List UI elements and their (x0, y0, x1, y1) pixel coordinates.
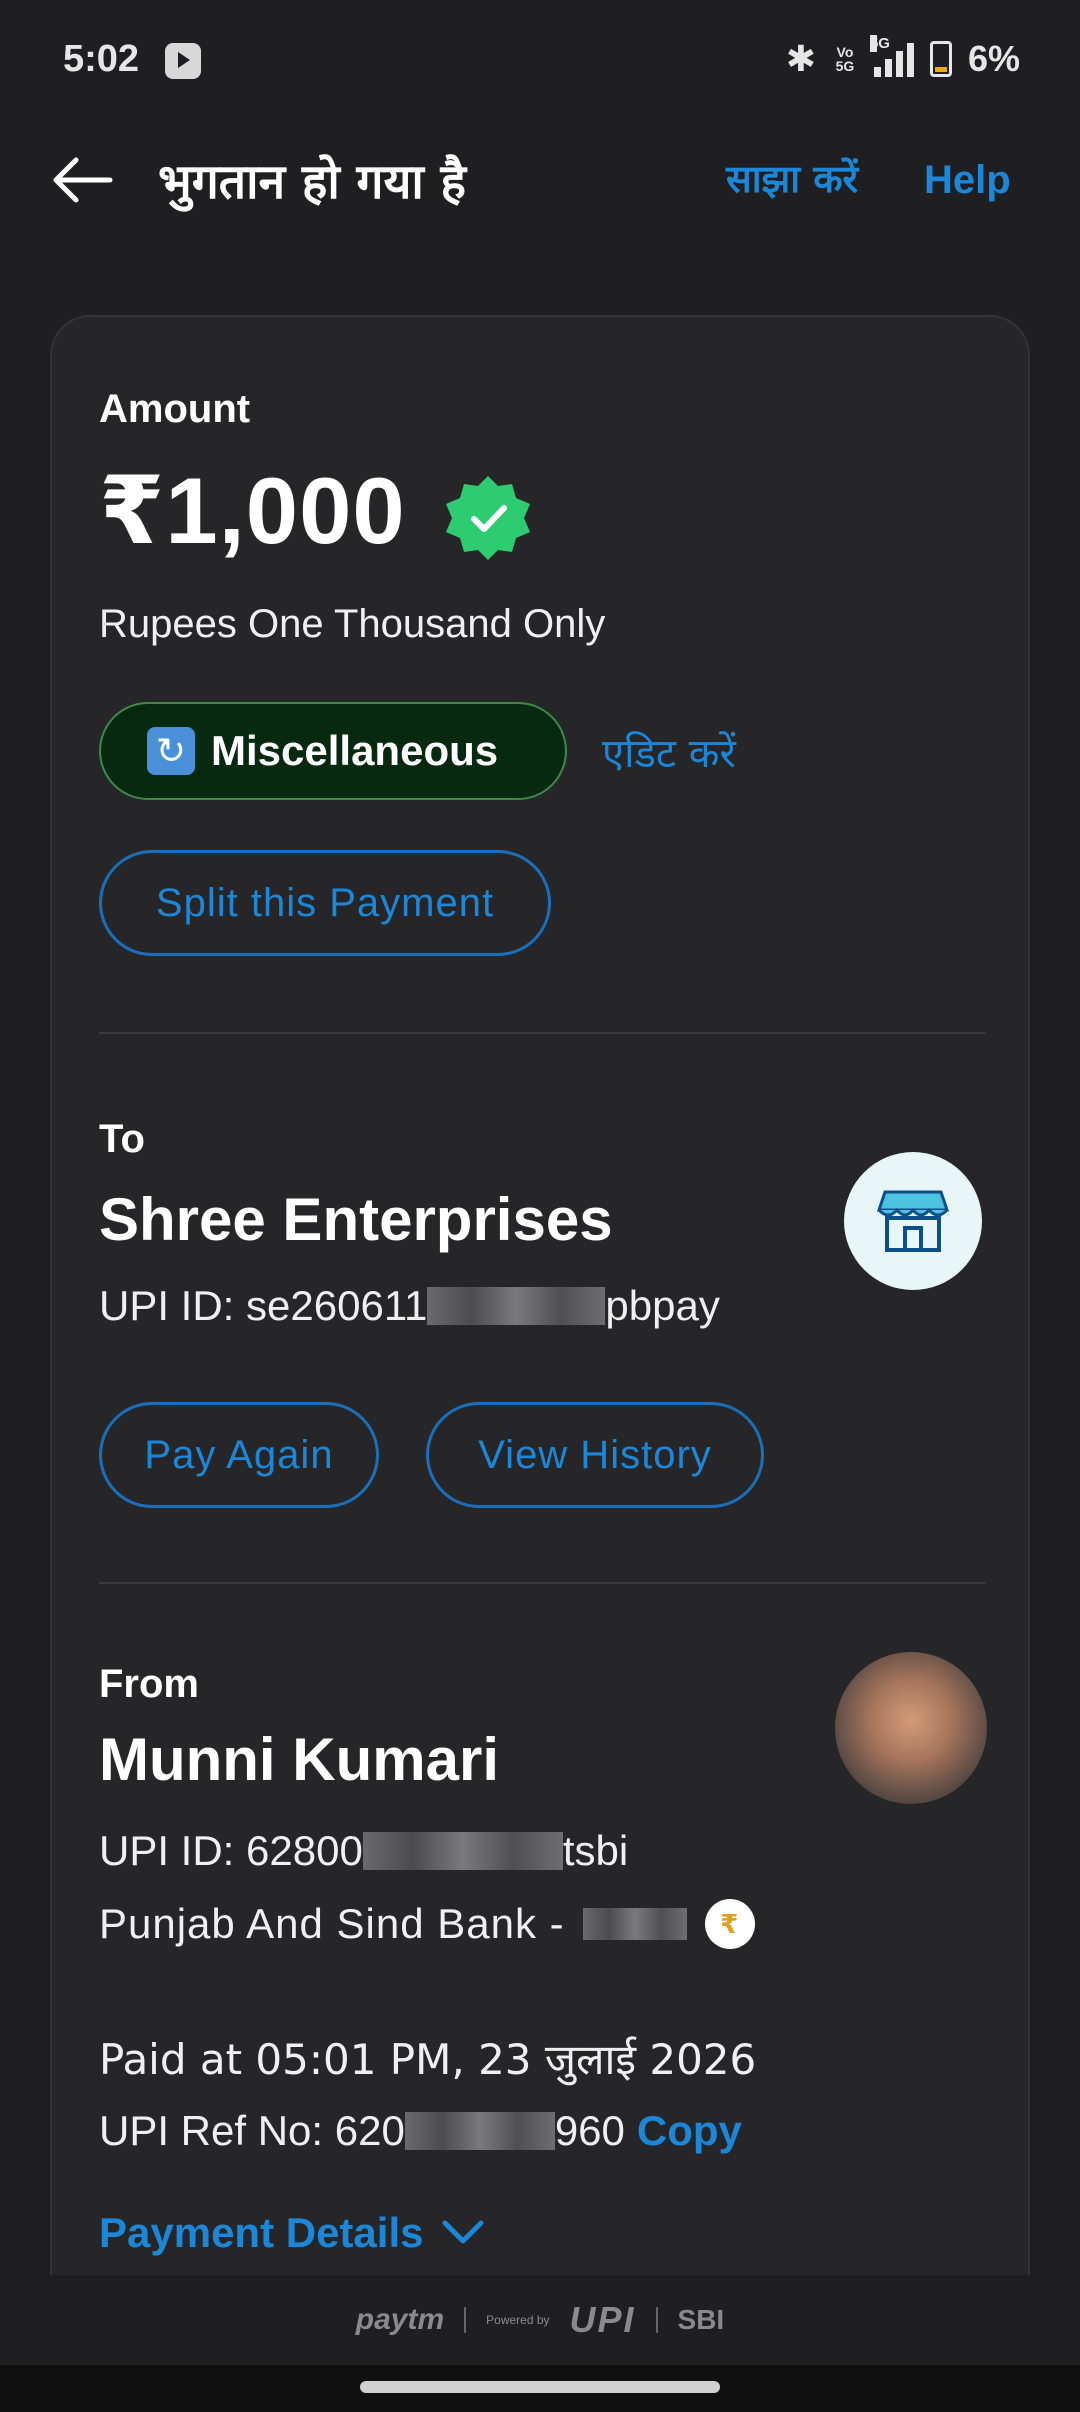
redacted-text (582, 1908, 687, 1940)
header: भुगतान हो गया है साझा करें Help (0, 140, 1080, 220)
upi-logo: UPI (569, 2299, 636, 2340)
amount-value: ₹1,000 (99, 458, 406, 563)
chevron-down-icon (442, 2220, 484, 2244)
status-bar: 5:02 ✱ Vo 5G 5G 6% (0, 0, 1080, 125)
amount-in-words: Rupees One Thousand Only (99, 602, 606, 646)
amount-label: Amount (99, 387, 251, 431)
battery-icon (929, 41, 952, 77)
divider (99, 1582, 985, 1584)
powered-by-label: Powered by (486, 2312, 550, 2327)
category-swap-icon: ↻ (147, 727, 195, 775)
battery-percent: 6% (967, 38, 1020, 79)
copy-button[interactable]: Copy (637, 2107, 742, 2155)
upi-ref-prefix: UPI Ref No: 620 (99, 2107, 405, 2154)
sbi-logo: SBI (677, 2304, 725, 2335)
back-arrow-icon[interactable] (50, 152, 116, 208)
home-indicator[interactable] (360, 2381, 720, 2393)
upi-ref-suffix: 960 (554, 2107, 625, 2154)
share-button[interactable]: साझा करें (726, 152, 858, 204)
divider (99, 1032, 985, 1034)
media-app-icon (165, 43, 201, 79)
view-history-button[interactable]: View History (426, 1402, 764, 1508)
network-type-label: 5G (869, 35, 890, 52)
split-payment-button[interactable]: Split this Payment (99, 850, 551, 956)
bluetooth-icon: ✱ (785, 38, 816, 79)
bank-icon: ₹ (704, 1899, 755, 1949)
store-icon (844, 1152, 982, 1290)
upi-ref-row: UPI Ref No: 620 960 Copy (99, 2107, 742, 2155)
payee-name: Shree Enterprises (99, 1186, 613, 1253)
payment-details-toggle[interactable]: Payment Details (99, 2209, 485, 2257)
status-icons: ✱ Vo 5G 5G 6% (785, 35, 1020, 80)
volte-icon: Vo 5G (835, 44, 855, 74)
payee-upi-id: UPI ID: se260611 pbpay (99, 1282, 720, 1330)
help-button[interactable]: Help (924, 158, 1011, 203)
payer-upi-prefix: UPI ID: 62800 (99, 1827, 363, 1874)
separator (464, 2307, 467, 2333)
page-title: भुगतान हो गया है (158, 154, 467, 210)
redacted-text (362, 1832, 563, 1870)
edit-category-link[interactable]: एडिट करें (602, 724, 736, 779)
to-label: To (99, 1117, 145, 1161)
payee-upi-prefix: UPI ID: se260611 (99, 1282, 428, 1329)
from-label: From (99, 1662, 199, 1706)
navigation-bar (0, 2365, 1080, 2412)
footer-branding: paytm Powered by UPI SBI (0, 2275, 1080, 2365)
avatar (835, 1652, 987, 1804)
paytm-logo: paytm (355, 2303, 445, 2336)
separator (655, 2307, 658, 2333)
category-chip[interactable]: ↻ Miscellaneous (99, 702, 567, 800)
payment-receipt-card: Amount ₹1,000 Rupees One Thousand Only ↻… (50, 315, 1030, 2275)
payee-upi-suffix: pbpay (605, 1282, 720, 1329)
redacted-text (427, 1287, 606, 1325)
pay-again-button[interactable]: Pay Again (99, 1402, 379, 1508)
bank-name: Punjab And Sind Bank - (99, 1900, 565, 1947)
payment-details-label: Payment Details (99, 2209, 424, 2256)
verified-check-icon (442, 472, 534, 564)
paid-timestamp: Paid at 05:01 PM, 23 जुलाई 2026 (99, 2035, 757, 2084)
category-label: Miscellaneous (211, 727, 499, 774)
redacted-text (404, 2112, 555, 2150)
signal-icon: 5G (869, 35, 914, 77)
status-time: 5:02 (63, 38, 140, 80)
payer-name: Munni Kumari (99, 1726, 499, 1793)
payer-bank: Punjab And Sind Bank - ₹ (99, 1899, 755, 1949)
payer-upi-id: UPI ID: 62800 tsbi (99, 1827, 628, 1875)
payer-upi-suffix: tsbi (562, 1827, 629, 1874)
